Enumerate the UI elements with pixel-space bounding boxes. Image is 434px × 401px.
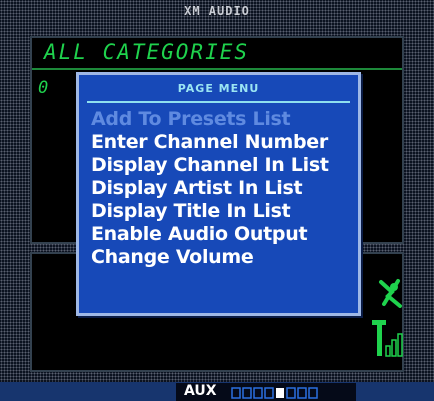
level-segment (231, 387, 241, 399)
signal-strength-icon (372, 320, 403, 357)
page-menu-title-rule (87, 101, 350, 103)
channel-number[interactable]: 0 (38, 78, 48, 98)
menu-item-display-artist-in-list[interactable]: Display Artist In List (91, 177, 329, 200)
page-menu-items: Add To Presets List Enter Channel Number… (91, 108, 329, 269)
antenna-muted-icon (379, 279, 402, 308)
menu-item-enter-channel-number[interactable]: Enter Channel Number (91, 131, 329, 154)
level-segment (264, 387, 274, 399)
category-header[interactable]: ALL CATEGORIES (44, 40, 249, 64)
level-segment (276, 388, 284, 398)
aux-label: AUX (184, 383, 217, 399)
menu-item-display-channel-in-list[interactable]: Display Channel In List (91, 154, 329, 177)
page-menu-title: PAGE MENU (177, 82, 260, 95)
status-bar: AUX (0, 382, 434, 401)
menu-item-display-title-in-list[interactable]: Display Title In List (91, 200, 329, 223)
level-segment (242, 387, 252, 399)
xm-audio-screen: XM AUDIO ALL CATEGORIES 0 PAGE MENU Add … (0, 0, 434, 401)
level-segment (253, 387, 263, 399)
level-indicator (231, 387, 318, 399)
category-divider (32, 68, 402, 70)
menu-item-enable-audio-output[interactable]: Enable Audio Output (91, 223, 329, 246)
page-menu: PAGE MENU Add To Presets List Enter Chan… (76, 72, 361, 316)
page-title: XM AUDIO (184, 4, 250, 18)
menu-item-add-to-presets[interactable]: Add To Presets List (91, 108, 329, 131)
level-segment (286, 387, 296, 399)
level-segment (297, 387, 307, 399)
menu-item-change-volume[interactable]: Change Volume (91, 246, 329, 269)
aux-indicator[interactable]: AUX (176, 383, 356, 401)
level-segment (308, 387, 318, 399)
